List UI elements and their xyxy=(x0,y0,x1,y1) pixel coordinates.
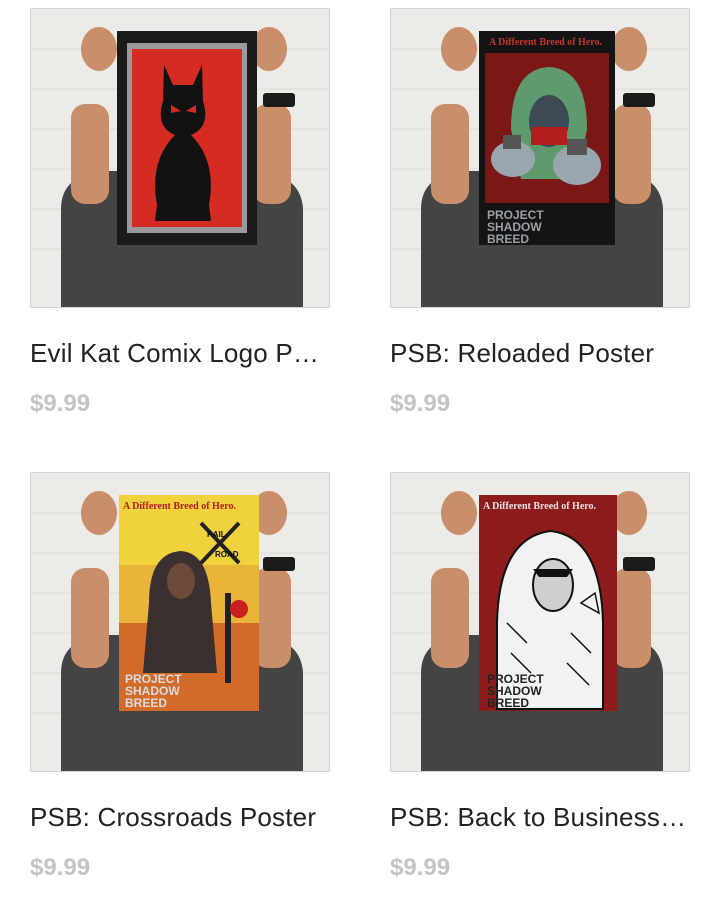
poster-sign-road: ROAD xyxy=(215,550,239,559)
poster-mockup: A Different Breed of Hero. RAIL ROAD PRO… xyxy=(31,473,329,771)
poster-series-3: BREED xyxy=(487,232,529,246)
poster-series-3: BREED xyxy=(487,696,529,710)
product-price: $9.99 xyxy=(390,390,451,417)
product-price: $9.99 xyxy=(30,854,91,881)
product-price: $9.99 xyxy=(30,390,91,417)
poster-mockup xyxy=(31,9,329,307)
product-image-psb-back-to-business[interactable]: A Different Breed of Hero. PROJECT SHADO… xyxy=(390,472,690,772)
poster-series-3: BREED xyxy=(125,696,167,710)
poster-tagline: A Different Breed of Hero. xyxy=(483,501,597,512)
poster-sign-rail: RAIL xyxy=(207,530,226,539)
product-image-evil-kat[interactable] xyxy=(30,8,330,308)
product-title[interactable]: PSB: Crossroads Poster xyxy=(30,802,330,833)
product-title[interactable]: PSB: Back to Business Poster xyxy=(390,802,690,833)
product-title[interactable]: PSB: Reloaded Poster xyxy=(390,338,690,369)
poster-tagline: A Different Breed of Hero. xyxy=(489,37,603,48)
product-price: $9.99 xyxy=(390,854,451,881)
product-grid: Evil Kat Comix Logo Poster $9.99 A Diffe… xyxy=(0,0,720,900)
product-image-psb-reloaded[interactable]: A Different Breed of Hero. PROJECT SHADO… xyxy=(390,8,690,308)
poster-tagline: A Different Breed of Hero. xyxy=(123,501,237,512)
product-title[interactable]: Evil Kat Comix Logo Poster xyxy=(30,338,330,369)
poster-mockup: A Different Breed of Hero. PROJECT SHADO… xyxy=(391,9,689,307)
poster-mockup: A Different Breed of Hero. PROJECT SHADO… xyxy=(391,473,689,771)
product-image-psb-crossroads[interactable]: A Different Breed of Hero. RAIL ROAD PRO… xyxy=(30,472,330,772)
